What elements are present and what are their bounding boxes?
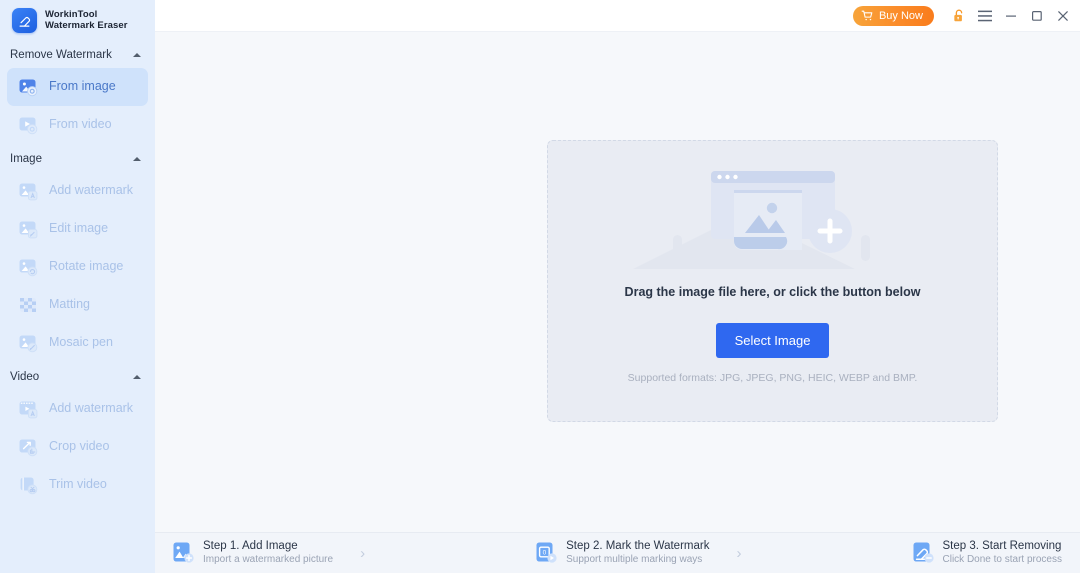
sidebar-item-label: Matting: [49, 297, 90, 312]
step-1[interactable]: Step 1. Add Image Import a watermarked p…: [172, 540, 365, 566]
step-3-text: Step 3. Start Removing Click Done to sta…: [943, 540, 1063, 566]
brand-text: WorkinTool Watermark Eraser: [45, 9, 128, 32]
sidebar-item-label: Add watermark: [49, 183, 134, 198]
close-icon[interactable]: [1050, 3, 1076, 29]
chevron-up-icon[interactable]: [133, 375, 141, 379]
sidebar-item-label: From image: [49, 79, 116, 94]
cart-icon: [861, 9, 874, 22]
rotate-image-icon: [18, 257, 39, 278]
step-2-text: Step 2. Mark the Watermark Support multi…: [566, 540, 709, 566]
buy-now-label: Buy Now: [878, 9, 923, 22]
sidebar-item-edit-image[interactable]: Edit image: [7, 210, 148, 248]
video-watermark-icon: [18, 115, 39, 136]
sidebar-item-add-watermark-image[interactable]: Add watermark: [7, 172, 148, 210]
section-title: Video: [10, 371, 40, 383]
sidebar-item-label: Add watermark: [49, 401, 134, 416]
edit-image-icon: [18, 219, 39, 240]
step-1-text: Step 1. Add Image Import a watermarked p…: [203, 540, 333, 566]
nav-list-remove-watermark: From image From video: [0, 68, 155, 144]
sidebar: WorkinTool Watermark Eraser Remove Water…: [0, 0, 155, 573]
nav-list-video: Add watermark Crop video Trim video: [0, 390, 155, 504]
drag-instruction-text: Drag the image file here, or click the b…: [624, 285, 921, 299]
titlebar: Buy Now: [155, 0, 1080, 32]
select-image-button[interactable]: Select Image: [716, 323, 829, 358]
brand: WorkinTool Watermark Eraser: [0, 0, 155, 40]
section-header-video[interactable]: Video: [0, 366, 155, 388]
sidebar-item-from-video[interactable]: From video: [7, 106, 148, 144]
add-image-step-icon: [172, 541, 194, 565]
step-title: Step 1. Add Image: [203, 540, 298, 552]
sidebar-item-matting[interactable]: Matting: [7, 286, 148, 324]
step-3[interactable]: Step 3. Start Removing Click Done to sta…: [912, 540, 1063, 566]
brand-line-2: Watermark Eraser: [45, 20, 128, 31]
sidebar-item-rotate-image[interactable]: Rotate image: [7, 248, 148, 286]
image-placeholder-illustration: [632, 141, 913, 275]
add-watermark-image-icon: [18, 181, 39, 202]
step-subtitle: Click Done to start process: [942, 554, 1063, 565]
hamburger-menu-icon[interactable]: [972, 3, 998, 29]
app-window: WorkinTool Watermark Eraser Remove Water…: [0, 0, 1080, 573]
sidebar-item-label: From video: [49, 117, 112, 132]
maximize-icon[interactable]: [1024, 3, 1050, 29]
section-header-remove-watermark[interactable]: Remove Watermark: [0, 44, 155, 66]
step-subtitle: Support multiple marking ways: [566, 554, 703, 565]
step-2[interactable]: 0 Step 2. Mark the Watermark Support mul…: [535, 540, 741, 566]
crop-video-icon: [18, 437, 39, 458]
sidebar-item-trim-video[interactable]: Trim video: [7, 466, 148, 504]
nav-list-image: Add watermark Edit image Rotate image Ma…: [0, 172, 155, 362]
sidebar-item-label: Edit image: [49, 221, 109, 236]
image-watermark-icon: [18, 77, 39, 98]
brand-line-1: WorkinTool: [45, 8, 98, 20]
buy-now-button[interactable]: Buy Now: [852, 5, 934, 26]
step-arrow-icon: ›: [360, 544, 366, 562]
step-subtitle: Import a watermarked picture: [203, 554, 334, 565]
sidebar-item-add-watermark-video[interactable]: Add watermark: [7, 390, 148, 428]
step-title: Step 3. Start Removing: [942, 540, 1062, 552]
image-dropzone[interactable]: Drag the image file here, or click the b…: [547, 140, 998, 422]
section-title: Remove Watermark: [10, 49, 112, 61]
add-watermark-video-icon: [18, 399, 39, 420]
step-title: Step 2. Mark the Watermark: [566, 540, 710, 552]
sidebar-item-label: Crop video: [49, 439, 110, 454]
minimize-icon[interactable]: [998, 3, 1024, 29]
trim-video-icon: [18, 475, 39, 496]
unlocked-padlock-icon[interactable]: [946, 3, 972, 29]
matting-icon: [18, 295, 39, 316]
sidebar-item-label: Rotate image: [49, 259, 124, 274]
section-header-image[interactable]: Image: [0, 148, 155, 170]
eraser-icon: [12, 7, 37, 33]
svg-text:0: 0: [543, 549, 547, 556]
sidebar-item-label: Mosaic pen: [49, 335, 113, 350]
content-area: Drag the image file here, or click the b…: [155, 32, 1080, 532]
main-panel: Buy Now Drag the image file here, or cli…: [155, 0, 1080, 573]
sidebar-item-crop-video[interactable]: Crop video: [7, 428, 148, 466]
mosaic-pen-icon: [18, 333, 39, 354]
mark-watermark-step-icon: 0: [535, 541, 557, 565]
sidebar-item-mosaic-pen[interactable]: Mosaic pen: [7, 324, 148, 362]
sidebar-item-from-image[interactable]: From image: [7, 68, 148, 106]
start-removing-step-icon: [912, 541, 934, 565]
chevron-up-icon[interactable]: [133, 157, 141, 161]
supported-formats-text: Supported formats: JPG, JPEG, PNG, HEIC,…: [627, 372, 918, 384]
chevron-up-icon[interactable]: [133, 53, 141, 57]
step-bar: Step 1. Add Image Import a watermarked p…: [155, 532, 1080, 573]
sidebar-item-label: Trim video: [49, 477, 107, 492]
section-title: Image: [10, 153, 42, 165]
step-arrow-icon: ›: [736, 544, 742, 562]
